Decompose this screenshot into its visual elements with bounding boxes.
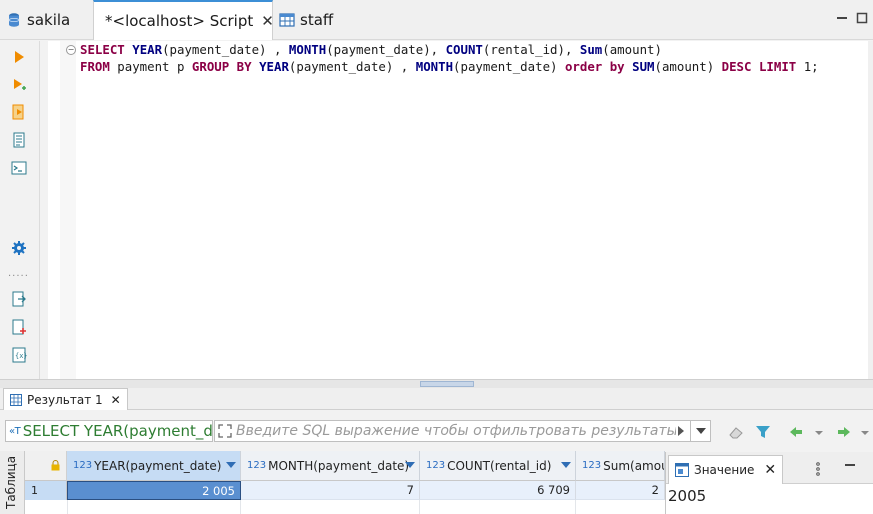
table-view-label: Таблица: [4, 455, 18, 509]
editor-tab-bar: sakila *<localhost> Script ✕ staff: [0, 0, 873, 40]
collapse-icon[interactable]: −: [66, 45, 76, 55]
sort-icon[interactable]: [226, 462, 236, 468]
tab-script-label: *<localhost> Script: [105, 12, 254, 30]
editor-scrollbar[interactable]: [868, 41, 873, 379]
grid-divider: [240, 500, 241, 514]
tab-table-view[interactable]: Таблица: [0, 451, 25, 514]
restore-icon[interactable]: [856, 12, 868, 24]
filter-history-dropdown[interactable]: [690, 421, 710, 441]
variables-icon[interactable]: {x}: [11, 347, 27, 363]
terminal-icon[interactable]: [11, 160, 27, 176]
value-panel: Значение ✕ 2005: [665, 452, 873, 514]
results-tab-bar: Результат 1 ✕: [0, 388, 873, 410]
column-header-count[interactable]: 123 COUNT(rental_id): [420, 451, 576, 481]
more-options-icon[interactable]: [815, 462, 821, 476]
close-icon[interactable]: ✕: [111, 393, 121, 407]
arrow-right-icon[interactable]: [836, 424, 852, 440]
chevron-down-icon[interactable]: [860, 424, 870, 440]
query-text: SELECT YEAR(payment_d: [22, 422, 213, 440]
table-cell[interactable]: 7: [241, 481, 420, 500]
eraser-icon[interactable]: [728, 424, 744, 440]
column-header-month[interactable]: 123 MONTH(payment_date): [241, 451, 420, 481]
tab-value[interactable]: Значение ✕: [668, 455, 784, 484]
code-line-2: FROM payment p GROUP BY YEAR(payment_dat…: [80, 59, 819, 74]
execute-script-icon[interactable]: [11, 104, 27, 120]
table-icon: [279, 13, 295, 27]
toolbar-separator: ·····: [8, 271, 29, 282]
grid-divider: [67, 500, 68, 514]
tab-staff[interactable]: staff: [279, 0, 333, 40]
export-icon[interactable]: [11, 291, 27, 307]
filter-icon[interactable]: [755, 424, 771, 440]
grid-divider: [419, 500, 420, 514]
tab-sakila[interactable]: sakila: [6, 0, 70, 40]
column-header-sum[interactable]: 123 Sum(amount: [576, 451, 665, 481]
value-panel-header: Значение ✕: [666, 452, 873, 484]
results-filter-bar: «T SELECT YEAR(payment_d: [0, 416, 873, 446]
lock-icon: [51, 460, 60, 471]
query-text-field[interactable]: «T SELECT YEAR(payment_d: [5, 420, 213, 442]
explain-plan-icon[interactable]: [11, 132, 27, 148]
execute-statement-icon[interactable]: [11, 49, 27, 65]
arrow-left-icon[interactable]: [788, 424, 804, 440]
panel-icon: [675, 463, 689, 477]
code-line-1: SELECT YEAR(payment_date) , MONTH(paymen…: [80, 42, 662, 57]
minimize-icon[interactable]: [836, 12, 848, 24]
new-script-icon[interactable]: [11, 319, 27, 335]
sql-editor[interactable]: − SELECT YEAR(payment_date) , MONTH(paym…: [48, 41, 873, 379]
grid-icon: [10, 393, 22, 406]
editor-side-toolbar: ····· {x}: [0, 41, 40, 383]
splitter-handle[interactable]: [420, 381, 474, 387]
result-tab-label: Результат 1: [27, 392, 103, 407]
minimize-panel-icon[interactable]: [844, 460, 856, 472]
value-text[interactable]: 2005: [668, 487, 706, 505]
tab-script[interactable]: *<localhost> Script ✕: [93, 0, 274, 40]
close-icon[interactable]: ✕: [261, 12, 274, 30]
folding-ruler: [60, 41, 76, 379]
sort-icon[interactable]: [561, 462, 571, 468]
table-cell[interactable]: 2: [576, 481, 665, 500]
sql-text-icon: «T: [9, 425, 21, 437]
tab-sakila-label: sakila: [27, 11, 71, 29]
grid-corner[interactable]: [25, 451, 67, 481]
editor-gutter: [48, 41, 60, 379]
value-tab-label: Значение: [694, 463, 755, 477]
panel-splitter[interactable]: [0, 379, 873, 388]
table-cell[interactable]: 6 709: [420, 481, 576, 500]
row-number[interactable]: 1: [25, 481, 67, 500]
column-header-year[interactable]: 123 YEAR(payment_date): [67, 451, 241, 481]
filter-input[interactable]: [236, 421, 676, 441]
execute-new-tab-icon[interactable]: [11, 77, 27, 93]
chevron-down-icon: [696, 428, 706, 434]
svg-text:{x}: {x}: [15, 352, 27, 360]
database-icon: [8, 13, 20, 27]
grid-divider: [575, 500, 576, 514]
sort-icon[interactable]: [405, 462, 415, 468]
chevron-down-icon[interactable]: [814, 424, 824, 440]
grid-empty-area: [25, 500, 665, 514]
close-icon[interactable]: ✕: [764, 462, 776, 478]
expand-icon[interactable]: [218, 424, 232, 438]
filter-expression-field[interactable]: [214, 420, 711, 442]
tab-staff-label: staff: [300, 11, 334, 29]
table-cell[interactable]: 2 005: [67, 481, 241, 500]
dbeaver-window: sakila *<localhost> Script ✕ staff ·····…: [0, 0, 873, 514]
history-arrow-icon[interactable]: [676, 425, 686, 437]
settings-icon[interactable]: [11, 240, 27, 256]
tab-result-1[interactable]: Результат 1 ✕: [3, 388, 128, 410]
